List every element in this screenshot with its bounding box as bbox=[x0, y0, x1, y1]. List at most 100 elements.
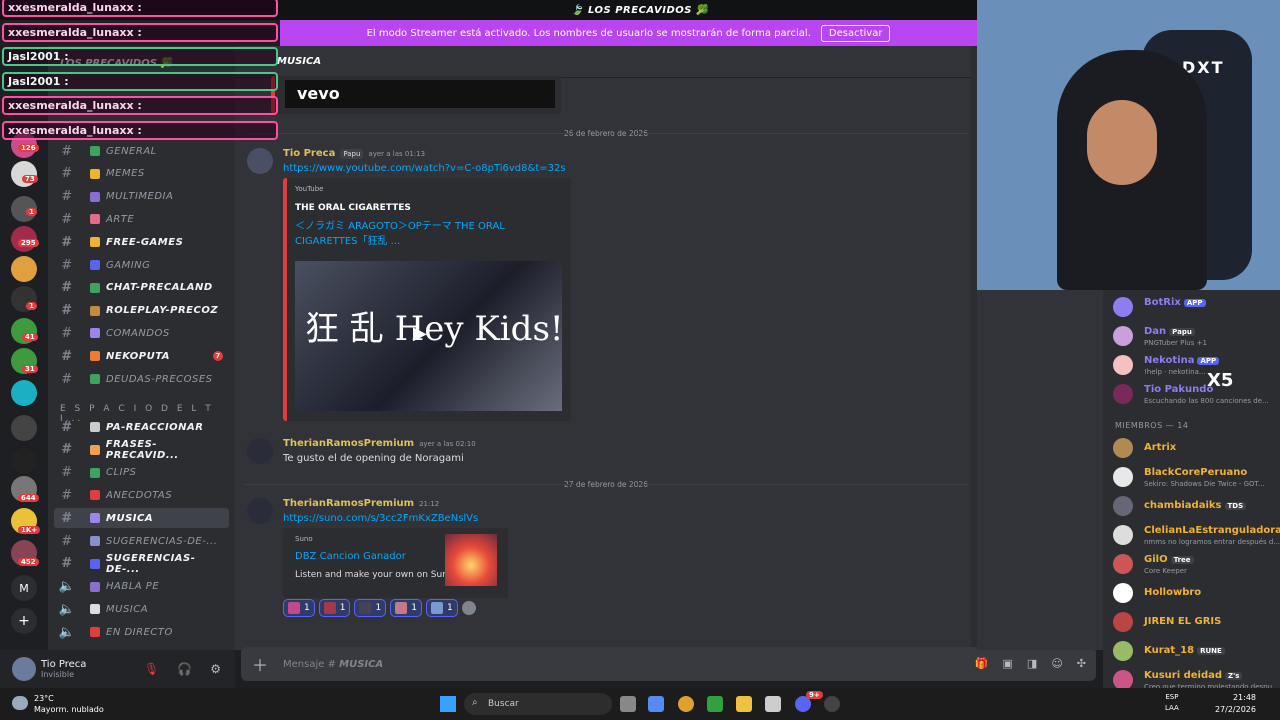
server-icon[interactable] bbox=[11, 161, 37, 187]
reaction-button[interactable]: 1 bbox=[354, 599, 387, 617]
channel-emoji-icon bbox=[90, 604, 100, 615]
channel-free-games[interactable]: # FREE-GAMES bbox=[54, 232, 229, 252]
message-author[interactable]: TherianRamosPremium bbox=[283, 438, 414, 449]
channel-frases-precavid-[interactable]: # FRASES-PRECAVID... bbox=[54, 439, 229, 461]
chrome-icon[interactable] bbox=[678, 696, 694, 712]
clock[interactable]: 21:48 27/2/2026 bbox=[1215, 692, 1256, 716]
avatar bbox=[1113, 355, 1133, 375]
channel-chat-precaland[interactable]: # CHAT-PRECALAND bbox=[54, 278, 229, 298]
avatar[interactable] bbox=[247, 438, 273, 464]
member-item[interactable]: ClelianLaEstranguladora nmms no logramos … bbox=[1111, 522, 1280, 548]
member-item[interactable]: GilO Tree Core Keeper bbox=[1111, 551, 1280, 577]
xbox-icon[interactable] bbox=[707, 696, 723, 712]
file-explorer-icon[interactable] bbox=[736, 696, 752, 712]
member-item[interactable]: chambiadaiks TDS bbox=[1111, 493, 1280, 519]
member-item[interactable]: JIREN EL GRIS bbox=[1111, 609, 1280, 635]
channel-anecdotas[interactable]: # ANECDOTAS bbox=[54, 485, 229, 505]
channel-gaming[interactable]: # GAMING bbox=[54, 255, 229, 275]
message-composer[interactable]: ＋ Mensaje # MUSICA 🎁 ▣ ◨ ☺ ✣ bbox=[241, 647, 1096, 681]
gif-icon[interactable]: ▣ bbox=[1003, 657, 1013, 670]
channel-musica[interactable]: 🔈 MUSICA bbox=[54, 599, 229, 619]
avatar[interactable] bbox=[12, 657, 36, 681]
server-icon[interactable]: M bbox=[11, 575, 37, 601]
embed-title[interactable]: DBZ Cancion Ganador bbox=[295, 549, 406, 564]
message-link[interactable]: https://suno.com/s/3cc2FmKxZBeNslVs bbox=[283, 513, 478, 524]
hashtag-icon: # bbox=[61, 280, 73, 296]
channel-sugerencias-de-[interactable]: # SUGERENCIAS-DE-... bbox=[54, 531, 229, 551]
channel-en-directo[interactable]: 🔈 EN DIRECTO bbox=[54, 622, 229, 642]
message-input[interactable]: Mensaje # MUSICA bbox=[283, 659, 383, 670]
channel-multimedia[interactable]: # MULTIMEDIA bbox=[54, 187, 229, 207]
member-item[interactable]: BlackCorePeruano Sekiro: Shadows Die Twic… bbox=[1111, 464, 1280, 490]
search-box[interactable]: ⌕ Buscar bbox=[464, 693, 612, 715]
server-icon[interactable] bbox=[11, 415, 37, 441]
message-author[interactable]: TherianRamosPremium bbox=[283, 498, 414, 509]
sticker-icon[interactable]: ◨ bbox=[1027, 657, 1037, 670]
add-reaction-icon[interactable] bbox=[461, 601, 476, 615]
channel-habla-pe[interactable]: 🔈 HABLA PE bbox=[54, 577, 229, 597]
member-item[interactable]: Tio Pakundo Escuchando las 800 canciones … bbox=[1111, 381, 1280, 407]
channel-deudas-precoses[interactable]: # DEUDAS-PRECOSES bbox=[54, 369, 229, 389]
channel-nekoputa[interactable]: # NEKOPUTA 7 bbox=[54, 346, 229, 366]
gift-icon[interactable]: 🎁 bbox=[975, 657, 989, 670]
task-view-icon[interactable] bbox=[620, 696, 636, 712]
member-item[interactable]: Nekotina APP !help · nekotina... bbox=[1111, 352, 1280, 378]
channel-label: MUSICA bbox=[106, 603, 149, 615]
deactivate-button[interactable]: Desactivar bbox=[820, 24, 891, 42]
headphones-icon[interactable]: 🎧 bbox=[177, 662, 192, 676]
embed-provider: Suno bbox=[295, 535, 313, 543]
channel-emoji-icon bbox=[90, 305, 100, 316]
reaction-button[interactable]: 1 bbox=[318, 599, 351, 617]
message-link[interactable]: https://www.youtube.com/watch?v=C-o8pTi6… bbox=[283, 163, 566, 174]
reaction-button[interactable]: 1 bbox=[425, 599, 458, 617]
channel-emoji-icon bbox=[90, 237, 100, 248]
reaction-button[interactable]: 1 bbox=[390, 599, 422, 617]
server-icon[interactable] bbox=[11, 256, 37, 282]
reaction-button[interactable]: 1 bbox=[283, 599, 315, 617]
embed-thumbnail[interactable] bbox=[445, 534, 497, 586]
channel-comandos[interactable]: # COMANDOS bbox=[54, 323, 229, 343]
emoji-icon[interactable]: ☺ bbox=[1051, 657, 1062, 670]
channel-roleplay-precoz[interactable]: # ROLEPLAY-PRECOZ bbox=[54, 301, 229, 321]
apps-icon[interactable]: ✣ bbox=[1077, 657, 1086, 670]
channel-emoji-icon bbox=[89, 558, 100, 569]
channel-label: NEKOPUTA bbox=[106, 350, 171, 362]
avatar[interactable] bbox=[247, 498, 273, 524]
embed-author[interactable]: THE ORAL CIGARETTES bbox=[295, 203, 411, 213]
channel-clips[interactable]: # CLIPS bbox=[54, 463, 229, 483]
member-item[interactable]: Hollowbro bbox=[1111, 580, 1280, 606]
mute-icon[interactable]: 🎙 bbox=[144, 662, 159, 676]
store-icon[interactable] bbox=[765, 696, 781, 712]
channel-emoji-icon bbox=[90, 191, 100, 202]
channel-general[interactable]: # GENERAL bbox=[54, 141, 229, 161]
start-icon[interactable] bbox=[440, 696, 456, 712]
server-icon[interactable] bbox=[11, 448, 37, 474]
avatar bbox=[1113, 583, 1133, 603]
message-author[interactable]: Tio Preca bbox=[283, 148, 335, 159]
embed-title[interactable]: ＜ノラガミ ARAGOTO＞OPテーマ THE ORAL CIGARETTES「… bbox=[295, 219, 525, 249]
add-attachment-icon[interactable]: ＋ bbox=[247, 652, 273, 676]
video-thumbnail[interactable]: vevo bbox=[285, 80, 555, 108]
obs-icon[interactable] bbox=[824, 696, 840, 712]
weather-icon[interactable] bbox=[12, 696, 28, 710]
category-header[interactable]: E S P A C I O D E L T I... bbox=[60, 404, 235, 424]
channel-emoji-icon bbox=[90, 328, 100, 339]
gear-icon[interactable]: ⚙ bbox=[210, 662, 221, 676]
member-item[interactable]: Artrix bbox=[1111, 435, 1280, 461]
play-icon[interactable]: ▶ bbox=[413, 323, 427, 344]
channel-musica[interactable]: # MUSICA bbox=[54, 508, 229, 529]
channel-label: ROLEPLAY-PRECOZ bbox=[106, 305, 219, 317]
member-item[interactable]: Kurat_18 RUNE bbox=[1111, 638, 1280, 664]
channel-sugerencias-de-[interactable]: # SUGERENCIAS-DE-... bbox=[54, 553, 229, 575]
server-icon[interactable] bbox=[11, 380, 37, 406]
member-item[interactable]: Dan Papu PNGTuber Plus +1 bbox=[1111, 323, 1280, 349]
channel-arte[interactable]: # ARTE bbox=[54, 209, 229, 229]
member-item[interactable]: BotRix APP bbox=[1111, 294, 1280, 320]
video-thumbnail[interactable]: 狂 乱 Hey Kids!! ▶ bbox=[295, 261, 562, 411]
avatar bbox=[1113, 670, 1133, 688]
channel-memes[interactable]: # MEMES bbox=[54, 164, 229, 184]
member-item[interactable]: Kusuri deidad Z's Creo que termino molesta… bbox=[1111, 667, 1280, 688]
avatar[interactable] bbox=[247, 148, 273, 174]
add-server-icon[interactable]: + bbox=[11, 608, 37, 634]
copilot-icon[interactable] bbox=[648, 696, 664, 712]
